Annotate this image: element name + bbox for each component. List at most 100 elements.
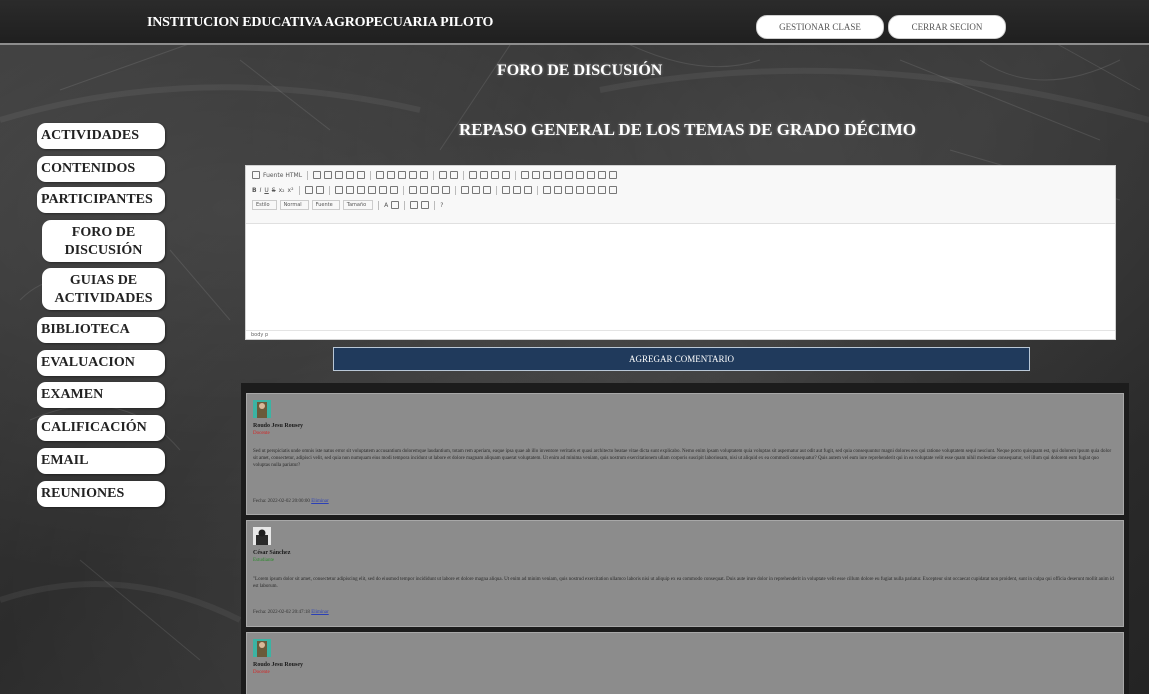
subscript-icon[interactable]: x₂ [279,187,285,194]
comment-date: Fecha: 2022-02-02 20:47:18 [253,610,310,615]
size-select[interactable]: Tamaño [342,200,374,210]
blockquote-icon[interactable] [378,186,387,194]
iframe-icon[interactable] [608,186,617,194]
button-icon[interactable] [587,171,596,179]
comment-role: Estudiante [253,558,275,563]
copy-format-icon[interactable] [304,186,313,194]
source-icon[interactable] [252,171,260,179]
indent-icon[interactable] [367,186,376,194]
copy-icon[interactable] [387,171,396,179]
font-select[interactable]: Fuente [311,200,340,210]
comment-author: Roudo Jesu Rousey [253,662,304,668]
add-comment-button[interactable]: AGREGAR COMENTARIO [333,347,1030,371]
sidebar-item-actividades[interactable]: ACTIVIDADES [37,123,165,149]
comment-editor: Fuente HTML B I U S x₂ x² Estilo Normal … [245,165,1116,340]
form-icon[interactable] [521,171,530,179]
italic-icon[interactable]: I [260,187,262,194]
delete-comment-link[interactable]: Eliminar [311,499,329,504]
sidebar-item-biblioteca[interactable]: BIBLIOTECA [37,317,165,343]
spellcheck-icon[interactable] [502,171,511,179]
comment-text: Sed ut perspiciatis unde omnis iste natu… [253,449,1112,468]
editor-text-area[interactable] [246,224,1115,332]
paste-text-icon[interactable] [409,171,418,179]
sidebar-item-evaluacion[interactable]: EVALUACION [37,350,165,376]
comment-date-line: Fecha: 2022-02-02 20:00:00 Eliminar [253,499,329,504]
help-icon[interactable]: ? [440,202,443,209]
sidebar-item-contenidos[interactable]: CONTENIDOS [37,156,165,182]
remove-format-icon[interactable] [315,186,324,194]
select-icon[interactable] [576,171,585,179]
background-color-icon[interactable] [391,201,400,209]
rtl-icon[interactable] [471,186,480,194]
sidebar-item-participantes[interactable]: PARTICIPANTES [37,187,165,213]
special-char-icon[interactable] [586,186,595,194]
justify-icon[interactable] [441,186,450,194]
hidden-field-icon[interactable] [609,171,618,179]
superscript-icon[interactable]: x² [288,187,294,194]
comment-role: Docente [253,431,270,436]
bold-icon[interactable]: B [252,187,257,194]
numbered-list-icon[interactable] [334,186,343,194]
templates-icon[interactable] [335,171,344,179]
comments-list: Roudo Jesu Rousey Docente Sed ut perspic… [241,383,1129,694]
text-color-icon[interactable]: A [384,202,388,209]
print-icon[interactable] [357,171,366,179]
unlink-icon[interactable] [512,186,521,194]
replace-icon[interactable] [480,171,489,179]
anchor-icon[interactable] [523,186,532,194]
page-break-icon[interactable] [597,186,606,194]
textarea-icon[interactable] [565,171,574,179]
sidebar-item-calificacion[interactable]: CALIFICACIÓN [37,415,165,441]
editor-toolbar: Fuente HTML B I U S x₂ x² Estilo Normal … [246,166,1115,224]
outdent-icon[interactable] [356,186,365,194]
paste-icon[interactable] [398,171,407,179]
find-icon[interactable] [469,171,478,179]
strike-icon[interactable]: S [272,187,276,194]
align-left-icon[interactable] [408,186,417,194]
sidebar-item-examen[interactable]: EXAMEN [37,382,165,408]
format-select[interactable]: Normal [279,200,309,210]
redo-icon[interactable] [450,171,459,179]
sidebar-item-reuniones[interactable]: REUNIONES [37,481,165,507]
style-select[interactable]: Estilo [252,200,277,210]
top-bar: INSTITUCION EDUCATIVA AGROPECUARIA PILOT… [0,0,1149,45]
select-all-icon[interactable] [491,171,500,179]
manage-class-button[interactable]: GESTIONAR CLASE [756,15,884,39]
source-button[interactable]: Fuente HTML [263,172,302,179]
sidebar-item-foro[interactable]: FORO DE DISCUSIÓN [42,220,165,262]
underline-icon[interactable]: U [264,187,268,194]
smiley-icon[interactable] [575,186,584,194]
table-icon[interactable] [553,186,562,194]
ltr-icon[interactable] [460,186,469,194]
radio-icon[interactable] [543,171,552,179]
sidebar-item-guias[interactable]: GUIAS DE ACTIVIDADES [42,268,165,310]
paste-word-icon[interactable] [420,171,429,179]
align-right-icon[interactable] [430,186,439,194]
checkbox-icon[interactable] [532,171,541,179]
align-center-icon[interactable] [419,186,428,194]
horizontal-rule-icon[interactable] [564,186,573,194]
comment-date: Fecha: 2022-02-02 20:00:00 [253,499,310,504]
avatar [253,527,271,545]
preview-icon[interactable] [346,171,355,179]
new-page-icon[interactable] [324,171,333,179]
cut-icon[interactable] [376,171,385,179]
delete-comment-link[interactable]: Eliminar [311,610,329,615]
link-icon[interactable] [501,186,510,194]
textfield-icon[interactable] [554,171,563,179]
comment-card: César Sánchez Estudiante "Lorem ipsum do… [246,520,1124,627]
language-icon[interactable] [482,186,491,194]
bulleted-list-icon[interactable] [345,186,354,194]
image-icon[interactable] [542,186,551,194]
div-icon[interactable] [389,186,398,194]
sidebar-item-email[interactable]: EMAIL [37,448,165,474]
show-blocks-icon[interactable] [421,201,430,209]
image-button-icon[interactable] [598,171,607,179]
undo-icon[interactable] [439,171,448,179]
topic-title: REPASO GENERAL DE LOS TEMAS DE GRADO DÉC… [459,120,917,139]
save-icon[interactable] [313,171,322,179]
comment-role: Docente [253,670,270,675]
comment-author: César Sánchez [253,550,291,556]
logout-button[interactable]: CERRAR SECION [888,15,1006,39]
maximize-icon[interactable] [410,201,419,209]
